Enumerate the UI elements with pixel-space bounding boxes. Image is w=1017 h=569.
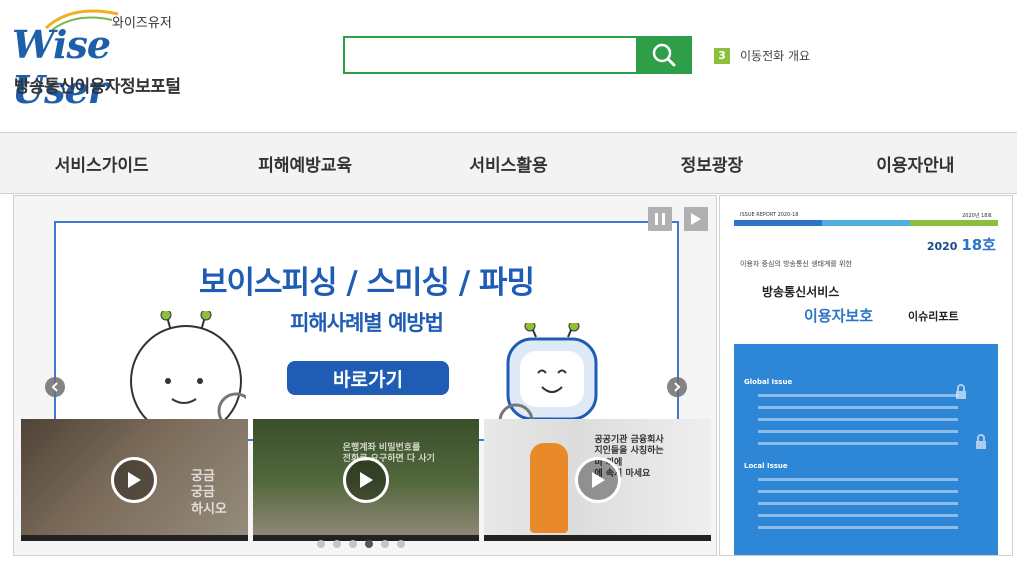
report-header-right: 2020년 18호 (962, 213, 992, 219)
pagination-dot[interactable] (381, 540, 389, 548)
report-cover-image: Global Issue Local Issue (734, 344, 998, 555)
play-icon (691, 213, 701, 225)
banner-next-button[interactable] (667, 377, 687, 397)
video-list: 궁금 궁금 하시오 은행계좌 비밀번호를 전화로 요구하면 다 사기 공공기관 … (21, 419, 712, 541)
report-color-bars (734, 220, 998, 226)
video-control-bar (484, 535, 712, 541)
play-video-button[interactable] (574, 457, 621, 503)
play-video-button[interactable] (111, 457, 158, 503)
banner-pause-button[interactable] (648, 207, 672, 231)
video-thumbnail[interactable]: 은행계좌 비밀번호를 전화로 요구하면 다 사기 (252, 419, 480, 541)
pagination-dot[interactable] (349, 540, 357, 548)
report-title-line1: 방송통신서비스 (762, 285, 840, 299)
play-icon (591, 472, 605, 488)
banner-slide[interactable]: 보이스피싱 / 스미싱 / 파밍 피해사례별 예방법 바로가기 (54, 221, 679, 441)
banner-go-button[interactable]: 바로가기 (287, 361, 449, 395)
video-thumbnail[interactable]: 공공기관 금융회사 지인들을 사칭하는 미 끼에 에 속지 마세요 (484, 419, 712, 541)
play-icon (360, 472, 373, 488)
search-button[interactable] (636, 36, 692, 74)
banner-play-button[interactable] (684, 207, 708, 231)
pagination-dot[interactable] (317, 540, 325, 548)
nav-item-service-use[interactable]: 서비스활용 (407, 133, 610, 193)
main-nav: 서비스가이드 피해예방교육 서비스활용 정보광장 이용자안내 (0, 132, 1017, 194)
report-section-local: Local Issue (744, 462, 788, 470)
report-tagline: 이용자 중심의 방송통신 생태계를 위한 (740, 260, 852, 268)
report-section-global: Global Issue (744, 378, 793, 386)
report-title-line2: 이용자보호 (804, 307, 874, 325)
nav-item-info-square[interactable]: 정보광장 (610, 133, 813, 193)
logo-subtitle: 방송통신이용자정보포털 (14, 77, 181, 97)
pause-icon (655, 213, 665, 225)
search-input[interactable] (343, 36, 636, 74)
nav-item-damage-prevention[interactable]: 피해예방교육 (203, 133, 406, 193)
issue-report-card[interactable]: ISSUE REPORT 2020-18 2020년 18호 2020 18호 … (719, 195, 1013, 556)
lock-icon (976, 434, 986, 449)
site-header: 와이즈유저 Wise User 방송통신이용자정보포털 3 이동전화 개요 (0, 0, 1017, 132)
play-video-button[interactable] (343, 457, 389, 503)
pagination-dot-active[interactable] (365, 540, 373, 548)
chevron-left-icon (51, 382, 58, 392)
chevron-right-icon (674, 382, 681, 392)
report-header-left: ISSUE REPORT 2020-18 (740, 212, 799, 218)
main-banner: 보이스피싱 / 스미싱 / 파밍 피해사례별 예방법 바로가기 궁금 궁금 하시… (13, 195, 717, 556)
banner-prev-button[interactable] (45, 377, 65, 397)
lock-icon (956, 384, 966, 399)
pagination-dot[interactable] (333, 540, 341, 548)
report-title-line3: 이슈리포트 (908, 310, 959, 323)
video-thumbnail[interactable]: 궁금 궁금 하시오 (21, 419, 248, 541)
logo-english-name: Wise User (12, 22, 111, 112)
report-issue-number: 2020 18호 (926, 236, 996, 254)
video-caption: 궁금 궁금 하시오 (191, 469, 227, 517)
banner-title: 보이스피싱 / 스미싱 / 파밍 (198, 265, 535, 301)
video-control-bar (21, 535, 248, 541)
rolling-keyword-rank: 3 (714, 47, 730, 64)
rolling-keyword-text[interactable]: 이동전화 개요 (740, 47, 810, 64)
rolling-keyword[interactable]: 3 이동전화 개요 (714, 47, 810, 64)
banner-pagination (317, 540, 405, 548)
nav-item-user-guide[interactable]: 이용자안내 (814, 133, 1017, 193)
nav-item-service-guide[interactable]: 서비스가이드 (0, 133, 203, 193)
presenter-figure (530, 443, 569, 533)
search-icon (652, 43, 676, 67)
site-logo[interactable]: 와이즈유저 Wise User 방송통신이용자정보포털 (12, 8, 192, 112)
pagination-dot[interactable] (397, 540, 405, 548)
play-icon (128, 472, 142, 488)
search-bar (343, 36, 692, 74)
